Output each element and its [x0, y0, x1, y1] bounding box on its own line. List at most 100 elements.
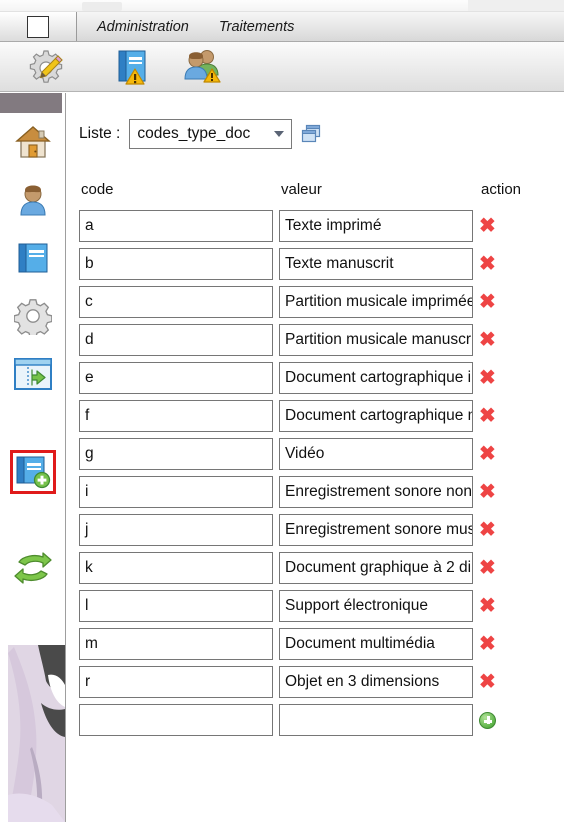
- table-body: a Texte imprimé ✖ b Texte manuscrit ✖ c Partiti…: [79, 207, 549, 739]
- column-header-action: action: [481, 181, 522, 198]
- gear-icon: [14, 297, 52, 335]
- checkbox-square-icon[interactable]: [27, 15, 49, 38]
- delete-row-icon[interactable]: ✖: [479, 368, 496, 388]
- valeur-input[interactable]: Enregistrement sonore musical: [279, 514, 473, 546]
- table-row: eDocument cartographique imprimé ✖: [79, 359, 549, 397]
- users-warning-icon[interactable]: [178, 45, 226, 89]
- code-input[interactable]: g: [79, 438, 273, 470]
- code-input[interactable]: c: [79, 286, 273, 318]
- valeur-input[interactable]: Document cartographique manuscrit: [279, 400, 473, 432]
- delete-row-icon[interactable]: ✖: [479, 292, 496, 312]
- valeur-input[interactable]: Document multimédia: [279, 628, 473, 660]
- delete-row-icon[interactable]: ✖: [479, 558, 496, 578]
- valeur-input[interactable]: [279, 704, 473, 736]
- code-input[interactable]: e: [79, 362, 273, 394]
- delete-row-icon[interactable]: ✖: [479, 330, 496, 350]
- sidebar-item-new-record[interactable]: [0, 443, 66, 501]
- cell-valeur: Document multimédia: [279, 625, 479, 663]
- code-input[interactable]: l: [79, 590, 273, 622]
- cell-code: e: [79, 359, 279, 397]
- delete-row-icon[interactable]: ✖: [479, 672, 496, 692]
- cell-valeur: Support électronique: [279, 587, 479, 625]
- delete-row-icon[interactable]: ✖: [479, 406, 496, 426]
- menu-item-traitements[interactable]: Traitements: [216, 17, 297, 37]
- delete-row-icon[interactable]: ✖: [479, 634, 496, 654]
- valeur-input[interactable]: Enregistrement sonore non musical: [279, 476, 473, 508]
- cell-code: b: [79, 245, 279, 283]
- code-input[interactable]: k: [79, 552, 273, 584]
- valeur-input[interactable]: Support électronique: [279, 590, 473, 622]
- cell-valeur: Vidéo: [279, 435, 479, 473]
- cell-valeur: Objet en 3 dimensions: [279, 663, 479, 701]
- gear-pencil-icon[interactable]: [22, 45, 70, 89]
- cell-action: ✖: [479, 549, 549, 587]
- code-input[interactable]: b: [79, 248, 273, 280]
- cell-action: ✖: [479, 511, 549, 549]
- valeur-input[interactable]: Objet en 3 dimensions: [279, 666, 473, 698]
- list-select[interactable]: codes_type_doc: [129, 119, 293, 149]
- cell-action: ✖: [479, 587, 549, 625]
- sidebar-item-user[interactable]: [0, 171, 66, 229]
- cell-code: k: [79, 549, 279, 587]
- valeur-input[interactable]: Document cartographique imprimé: [279, 362, 473, 394]
- code-input[interactable]: [79, 704, 273, 736]
- table-header-row: code valeur action: [79, 181, 549, 207]
- code-input[interactable]: d: [79, 324, 273, 356]
- cell-code: i: [79, 473, 279, 511]
- cell-code: l: [79, 587, 279, 625]
- book-warning-icon[interactable]: [108, 45, 156, 89]
- sidebar-item-catalogue[interactable]: [0, 229, 66, 287]
- cell-action: [479, 701, 549, 739]
- valeur-input[interactable]: Texte imprimé: [279, 210, 473, 242]
- delete-row-icon[interactable]: ✖: [479, 596, 496, 616]
- cell-code: j: [79, 511, 279, 549]
- code-input[interactable]: f: [79, 400, 273, 432]
- cell-action: ✖: [479, 625, 549, 663]
- table-row: l Support électronique ✖: [79, 587, 549, 625]
- valeur-input[interactable]: Texte manuscrit: [279, 248, 473, 280]
- table-row: m Document multimédia ✖: [79, 625, 549, 663]
- table-row: [79, 701, 549, 739]
- table-row: iEnregistrement sonore non musical ✖: [79, 473, 549, 511]
- code-input[interactable]: r: [79, 666, 273, 698]
- window-top-strip: [0, 0, 564, 12]
- menu-item-list: Administration Traitements: [77, 12, 297, 41]
- code-input[interactable]: j: [79, 514, 273, 546]
- delete-row-icon[interactable]: ✖: [479, 444, 496, 464]
- delete-row-icon[interactable]: ✖: [479, 520, 496, 540]
- cell-valeur: Texte imprimé: [279, 207, 479, 245]
- cell-code: m: [79, 625, 279, 663]
- list-selector-row: Liste : codes_type_doc: [67, 93, 564, 149]
- table-row: fDocument cartographique manuscrit ✖: [79, 397, 549, 435]
- cell-action: ✖: [479, 359, 549, 397]
- delete-row-icon[interactable]: ✖: [479, 216, 496, 236]
- valeur-input[interactable]: Vidéo: [279, 438, 473, 470]
- code-input[interactable]: i: [79, 476, 273, 508]
- cell-code: c: [79, 283, 279, 321]
- cell-action: ✖: [479, 473, 549, 511]
- delete-row-icon[interactable]: ✖: [479, 254, 496, 274]
- delete-row-icon[interactable]: ✖: [479, 482, 496, 502]
- sidebar-item-sync[interactable]: [0, 539, 66, 597]
- valeur-input[interactable]: Partition musicale imprimée: [279, 286, 473, 318]
- menu-item-administration[interactable]: Administration: [94, 17, 192, 37]
- code-input[interactable]: m: [79, 628, 273, 660]
- cell-action: ✖: [479, 663, 549, 701]
- code-input[interactable]: a: [79, 210, 273, 242]
- valeur-input[interactable]: Document graphique à 2 dimensions: [279, 552, 473, 584]
- user-icon: [14, 181, 52, 219]
- export-arrow-icon: [13, 357, 53, 391]
- duplicate-windows-icon[interactable]: [301, 124, 321, 144]
- sidebar-item-parametres[interactable]: [0, 287, 66, 345]
- sidebar-item-export[interactable]: [0, 345, 66, 403]
- cell-code: g: [79, 435, 279, 473]
- cell-valeur: Partition musicale imprimée: [279, 283, 479, 321]
- valeur-input[interactable]: Partition musicale manuscrite: [279, 324, 473, 356]
- cell-action: ✖: [479, 435, 549, 473]
- table-row: a Texte imprimé ✖: [79, 207, 549, 245]
- top-strip-tab: [82, 2, 122, 11]
- sidebar-item-home[interactable]: [0, 113, 66, 171]
- add-row-icon[interactable]: [479, 711, 496, 729]
- cell-valeur: Texte manuscrit: [279, 245, 479, 283]
- column-header-code: code: [81, 181, 114, 198]
